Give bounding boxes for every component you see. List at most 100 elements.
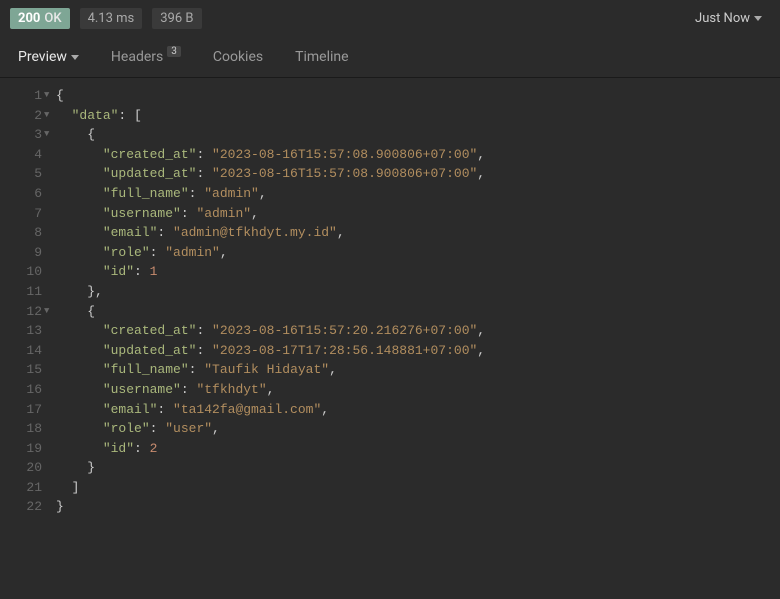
fold-toggle-icon (44, 282, 56, 302)
code-content: "id": 2 (56, 439, 157, 459)
code-line: 16 "username": "tfkhdyt", (0, 380, 780, 400)
tab-preview[interactable]: Preview (18, 37, 79, 77)
code-line: 11 }, (0, 282, 780, 302)
tab-preview-label: Preview (18, 49, 67, 65)
code-content: "email": "ta142fa@gmail.com", (56, 400, 329, 420)
code-content: "full_name": "admin", (56, 184, 267, 204)
code-line: 17 "email": "ta142fa@gmail.com", (0, 400, 780, 420)
line-number: 2 (0, 106, 44, 126)
fold-toggle-icon[interactable] (44, 302, 56, 322)
fold-toggle-icon (44, 419, 56, 439)
code-content: "email": "admin@tfkhdyt.my.id", (56, 223, 345, 243)
fold-toggle-icon (44, 341, 56, 361)
line-number: 21 (0, 478, 44, 498)
line-number: 13 (0, 321, 44, 341)
code-line: 18 "role": "user", (0, 419, 780, 439)
code-line: 19 "id": 2 (0, 439, 780, 459)
response-time-badge: 4.13 ms (80, 8, 143, 29)
status-text: OK (44, 11, 61, 26)
fold-toggle-icon (44, 439, 56, 459)
line-number: 18 (0, 419, 44, 439)
code-content: { (56, 125, 95, 145)
code-content: { (56, 86, 64, 106)
line-number: 14 (0, 341, 44, 361)
line-number: 22 (0, 497, 44, 517)
code-content: "role": "admin", (56, 243, 228, 263)
tab-cookies[interactable]: Cookies (213, 37, 263, 77)
code-content: "username": "tfkhdyt", (56, 380, 274, 400)
fold-toggle-icon (44, 458, 56, 478)
line-number: 9 (0, 243, 44, 263)
line-number: 8 (0, 223, 44, 243)
tab-timeline-label: Timeline (295, 49, 348, 65)
code-line: 21 ] (0, 478, 780, 498)
code-content: "data": [ (56, 106, 142, 126)
code-content: "updated_at": "2023-08-16T15:57:08.90080… (56, 164, 485, 184)
code-content: "created_at": "2023-08-16T15:57:20.21627… (56, 321, 485, 341)
line-number: 1 (0, 86, 44, 106)
line-number: 20 (0, 458, 44, 478)
timestamp-dropdown[interactable]: Just Now (695, 11, 770, 26)
fold-toggle-icon (44, 243, 56, 263)
line-number: 15 (0, 360, 44, 380)
code-line: 9 "role": "admin", (0, 243, 780, 263)
line-number: 16 (0, 380, 44, 400)
code-content: "role": "user", (56, 419, 220, 439)
fold-toggle-icon (44, 321, 56, 341)
code-line: 15 "full_name": "Taufik Hidayat", (0, 360, 780, 380)
line-number: 7 (0, 204, 44, 224)
fold-toggle-icon (44, 164, 56, 184)
code-content: { (56, 302, 95, 322)
response-tab-bar: Preview Headers 3 Cookies Timeline (0, 37, 780, 78)
code-line: 5 "updated_at": "2023-08-16T15:57:08.900… (0, 164, 780, 184)
line-number: 4 (0, 145, 44, 165)
tab-cookies-label: Cookies (213, 49, 263, 65)
code-content: "id": 1 (56, 262, 157, 282)
timestamp-label: Just Now (695, 11, 750, 26)
line-number: 3 (0, 125, 44, 145)
code-line: 1{ (0, 86, 780, 106)
line-number: 5 (0, 164, 44, 184)
status-badge: 200 OK (10, 8, 70, 29)
code-line: 22} (0, 497, 780, 517)
tab-headers-count: 3 (167, 46, 181, 57)
response-top-bar: 200 OK 4.13 ms 396 B Just Now (0, 0, 780, 37)
fold-toggle-icon[interactable] (44, 125, 56, 145)
code-line: 2 "data": [ (0, 106, 780, 126)
caret-down-icon (71, 55, 79, 60)
fold-toggle-icon (44, 360, 56, 380)
caret-down-icon (754, 16, 762, 21)
code-content: } (56, 497, 64, 517)
code-content: "username": "admin", (56, 204, 259, 224)
line-number: 6 (0, 184, 44, 204)
response-body-code[interactable]: 1{2 "data": [3 {4 "created_at": "2023-08… (0, 78, 780, 525)
fold-toggle-icon (44, 184, 56, 204)
line-number: 12 (0, 302, 44, 322)
fold-toggle-icon (44, 380, 56, 400)
fold-toggle-icon (44, 497, 56, 517)
code-line: 10 "id": 1 (0, 262, 780, 282)
code-content: }, (56, 282, 103, 302)
fold-toggle-icon (44, 223, 56, 243)
fold-toggle-icon (44, 145, 56, 165)
code-content: } (56, 458, 95, 478)
fold-toggle-icon (44, 400, 56, 420)
status-code: 200 (18, 11, 40, 26)
response-size-badge: 396 B (152, 8, 201, 29)
fold-toggle-icon (44, 478, 56, 498)
code-line: 12 { (0, 302, 780, 322)
line-number: 19 (0, 439, 44, 459)
code-line: 4 "created_at": "2023-08-16T15:57:08.900… (0, 145, 780, 165)
code-line: 8 "email": "admin@tfkhdyt.my.id", (0, 223, 780, 243)
code-line: 13 "created_at": "2023-08-16T15:57:20.21… (0, 321, 780, 341)
tab-headers-label: Headers (111, 49, 163, 65)
code-line: 6 "full_name": "admin", (0, 184, 780, 204)
tab-timeline[interactable]: Timeline (295, 37, 348, 77)
line-number: 11 (0, 282, 44, 302)
fold-toggle-icon[interactable] (44, 106, 56, 126)
tab-headers[interactable]: Headers 3 (111, 37, 181, 77)
code-content: "full_name": "Taufik Hidayat", (56, 360, 337, 380)
code-content: "created_at": "2023-08-16T15:57:08.90080… (56, 145, 485, 165)
fold-toggle-icon[interactable] (44, 86, 56, 106)
code-content: "updated_at": "2023-08-17T17:28:56.14888… (56, 341, 485, 361)
